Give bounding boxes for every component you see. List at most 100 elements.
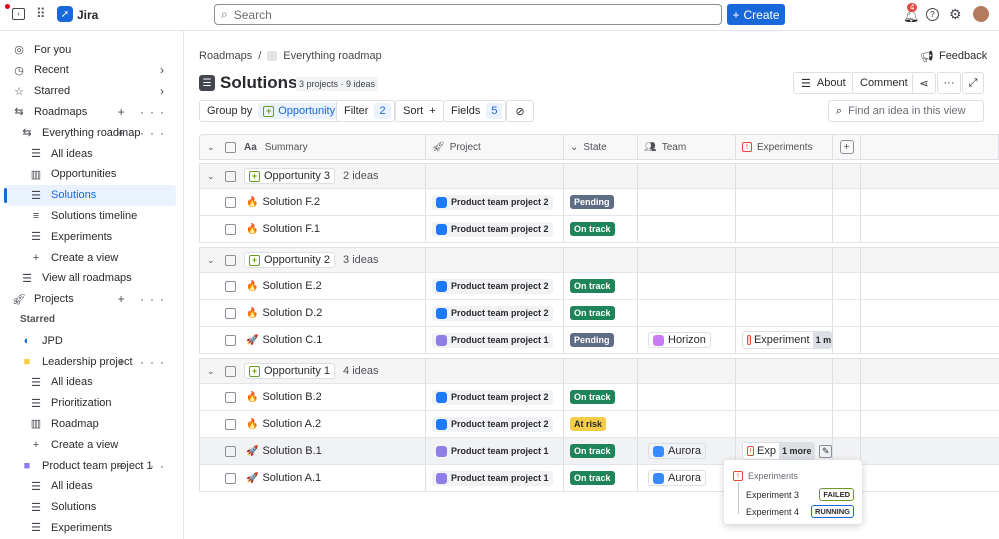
- hide-empty-button[interactable]: ⊘: [506, 100, 534, 122]
- project-cell[interactable]: Product team project 2: [426, 216, 564, 242]
- idea-title[interactable]: Solution F.1: [262, 223, 319, 235]
- project-chip[interactable]: Product team project 2: [432, 416, 553, 432]
- sidebar-item-all-ideas[interactable]: ☰ All ideas: [6, 476, 176, 497]
- table-row[interactable]: 🔥 Solution A.2 Product team project 2 At ri…: [199, 411, 999, 438]
- summary-cell[interactable]: 🚀 Solution B.1: [200, 438, 426, 464]
- add-more-actions[interactable]: + ···: [118, 459, 170, 473]
- state-cell[interactable]: On track: [564, 216, 638, 242]
- feedback-button[interactable]: 📢︎ Feedback: [920, 50, 987, 63]
- sidebar-item-view-all-roadmaps[interactable]: ☰ View all roadmaps: [6, 268, 176, 289]
- summary-cell[interactable]: 🔥 Solution D.2: [200, 300, 426, 326]
- sidebar-item-jpd[interactable]: ◐ JPD: [6, 330, 176, 351]
- idea-title[interactable]: Solution E.2: [262, 280, 321, 292]
- sidebar-item-prioritization[interactable]: ☰ Prioritization: [6, 393, 176, 414]
- summary-cell[interactable]: 🔥 Solution E.2: [200, 273, 426, 299]
- project-cell[interactable]: Product team project 2: [426, 273, 564, 299]
- state-cell[interactable]: On track: [564, 273, 638, 299]
- row-checkbox[interactable]: [225, 445, 236, 457]
- idea-title[interactable]: Solution B.2: [262, 391, 321, 403]
- team-cell[interactable]: [638, 189, 736, 215]
- sidebar-item-opportunities[interactable]: ▥ Opportunities: [6, 164, 176, 185]
- idea-title[interactable]: Solution C.1: [262, 334, 322, 346]
- chevron-down-icon[interactable]: ⌄: [207, 255, 217, 266]
- team-cell[interactable]: [638, 216, 736, 242]
- project-chip[interactable]: Product team project 2: [432, 305, 553, 321]
- team-chip[interactable]: Horizon: [648, 332, 711, 348]
- project-cell[interactable]: Product team project 2: [426, 411, 564, 437]
- chevron-right-icon[interactable]: ›: [160, 63, 170, 77]
- search-input[interactable]: ⌕ Search: [214, 4, 722, 25]
- chevron-down-icon[interactable]: ⌄: [207, 366, 217, 377]
- summary-cell[interactable]: 🚀 Solution A.1: [200, 465, 426, 491]
- experiments-cell[interactable]: [736, 189, 833, 215]
- team-cell[interactable]: Aurora: [638, 465, 736, 491]
- team-chip[interactable]: Aurora: [648, 443, 707, 459]
- project-chip[interactable]: Product team project 2: [432, 278, 553, 294]
- column-project[interactable]: Project: [450, 142, 481, 153]
- row-checkbox[interactable]: [225, 334, 236, 346]
- sidebar-item-product-team-project-1[interactable]: ■ Product team project 1 + ···: [6, 455, 176, 476]
- sidebar-item-all-ideas[interactable]: ☰ All ideas: [6, 372, 176, 393]
- table-row[interactable]: 🔥 Solution D.2 Product team project 2 On tr…: [199, 300, 999, 327]
- chevron-right-icon[interactable]: ›: [160, 84, 170, 98]
- sidebar-item-roadmaps[interactable]: ⇆ Roadmaps + ···: [6, 101, 176, 122]
- find-idea-input[interactable]: ⌕ Find an idea in this view: [828, 100, 984, 122]
- group-row[interactable]: ⌄ + Opportunity 1 4 ideas: [199, 358, 999, 384]
- team-cell[interactable]: [638, 411, 736, 437]
- project-chip[interactable]: Product team project 1: [432, 443, 553, 459]
- add-more-actions[interactable]: + ···: [118, 126, 170, 140]
- idea-title[interactable]: Solution A.2: [262, 418, 321, 430]
- opportunity-chip[interactable]: + Opportunity 1: [244, 363, 336, 379]
- experiments-cell[interactable]: [736, 411, 833, 437]
- row-checkbox[interactable]: [225, 418, 236, 430]
- table-row[interactable]: 🔥 Solution F.1 Product team project 2 On tr…: [199, 216, 999, 243]
- column-summary[interactable]: Summary: [265, 142, 308, 153]
- project-chip[interactable]: Product team project 2: [432, 221, 553, 237]
- state-cell[interactable]: On track: [564, 384, 638, 410]
- chevron-down-icon[interactable]: ⌄: [207, 171, 217, 182]
- experiments-cell[interactable]: [736, 273, 833, 299]
- team-cell[interactable]: [638, 273, 736, 299]
- state-cell[interactable]: At risk: [564, 411, 638, 437]
- more-experiments-badge[interactable]: 1 more: [812, 332, 831, 348]
- table-row[interactable]: 🚀 Solution B.1 Product team project 1 On tr…: [199, 438, 999, 465]
- add-column-button[interactable]: +: [839, 140, 854, 154]
- settings-gear-icon[interactable]: ⚙: [949, 6, 962, 23]
- project-chip[interactable]: Product team project 2: [432, 389, 553, 405]
- experiments-cell[interactable]: !Experiment1 more: [736, 327, 833, 353]
- table-row[interactable]: 🚀 Solution A.1 Product team project 1 On tr…: [199, 465, 999, 492]
- sidebar-item-recent[interactable]: ◷ Recent ›: [6, 60, 176, 81]
- project-chip[interactable]: Product team project 2: [432, 194, 553, 210]
- idea-title[interactable]: Solution F.2: [262, 196, 319, 208]
- breadcrumb-roadmaps[interactable]: Roadmaps: [199, 50, 252, 62]
- row-checkbox[interactable]: [225, 196, 236, 208]
- sidebar-item-for-you[interactable]: ◎ For you: [6, 39, 176, 60]
- team-cell[interactable]: Horizon: [638, 327, 736, 353]
- summary-cell[interactable]: 🔥 Solution B.2: [200, 384, 426, 410]
- team-cell[interactable]: Aurora: [638, 438, 736, 464]
- sidebar-item-create-a-view[interactable]: + Create a view: [6, 434, 176, 455]
- project-cell[interactable]: Product team project 2: [426, 300, 564, 326]
- sidebar-item-everything-roadmap[interactable]: ⇆ Everything roadmap + ···: [6, 122, 176, 143]
- idea-title[interactable]: Solution D.2: [262, 307, 322, 319]
- summary-cell[interactable]: 🚀 Solution C.1: [200, 327, 426, 353]
- project-cell[interactable]: Product team project 2: [426, 189, 564, 215]
- group-by-button[interactable]: Group by + Opportunity: [199, 100, 345, 122]
- comment-button[interactable]: Comment: [852, 72, 916, 94]
- state-cell[interactable]: On track: [564, 438, 638, 464]
- idea-title[interactable]: Solution A.1: [262, 472, 321, 484]
- sidebar-item-solutions-timeline[interactable]: ≡ Solutions timeline: [6, 205, 176, 226]
- column-experiments[interactable]: Experiments: [757, 142, 813, 153]
- select-all-checkbox[interactable]: [225, 141, 236, 153]
- row-checkbox[interactable]: [225, 223, 236, 235]
- sidebar-item-create-a-view[interactable]: + Create a view: [6, 247, 176, 268]
- opportunity-chip[interactable]: + Opportunity 2: [244, 252, 336, 268]
- sidebar-item-projects[interactable]: 🚀︎ Projects + ···: [6, 289, 176, 310]
- experiment-name[interactable]: Experiment 3: [746, 490, 799, 500]
- summary-cell[interactable]: 🔥 Solution A.2: [200, 411, 426, 437]
- experiments-cell[interactable]: [736, 300, 833, 326]
- team-cell[interactable]: [638, 384, 736, 410]
- add-more-actions[interactable]: + ···: [118, 105, 170, 119]
- table-row[interactable]: 🔥 Solution B.2 Product team project 2 On tr…: [199, 384, 999, 411]
- project-cell[interactable]: Product team project 1: [426, 465, 564, 491]
